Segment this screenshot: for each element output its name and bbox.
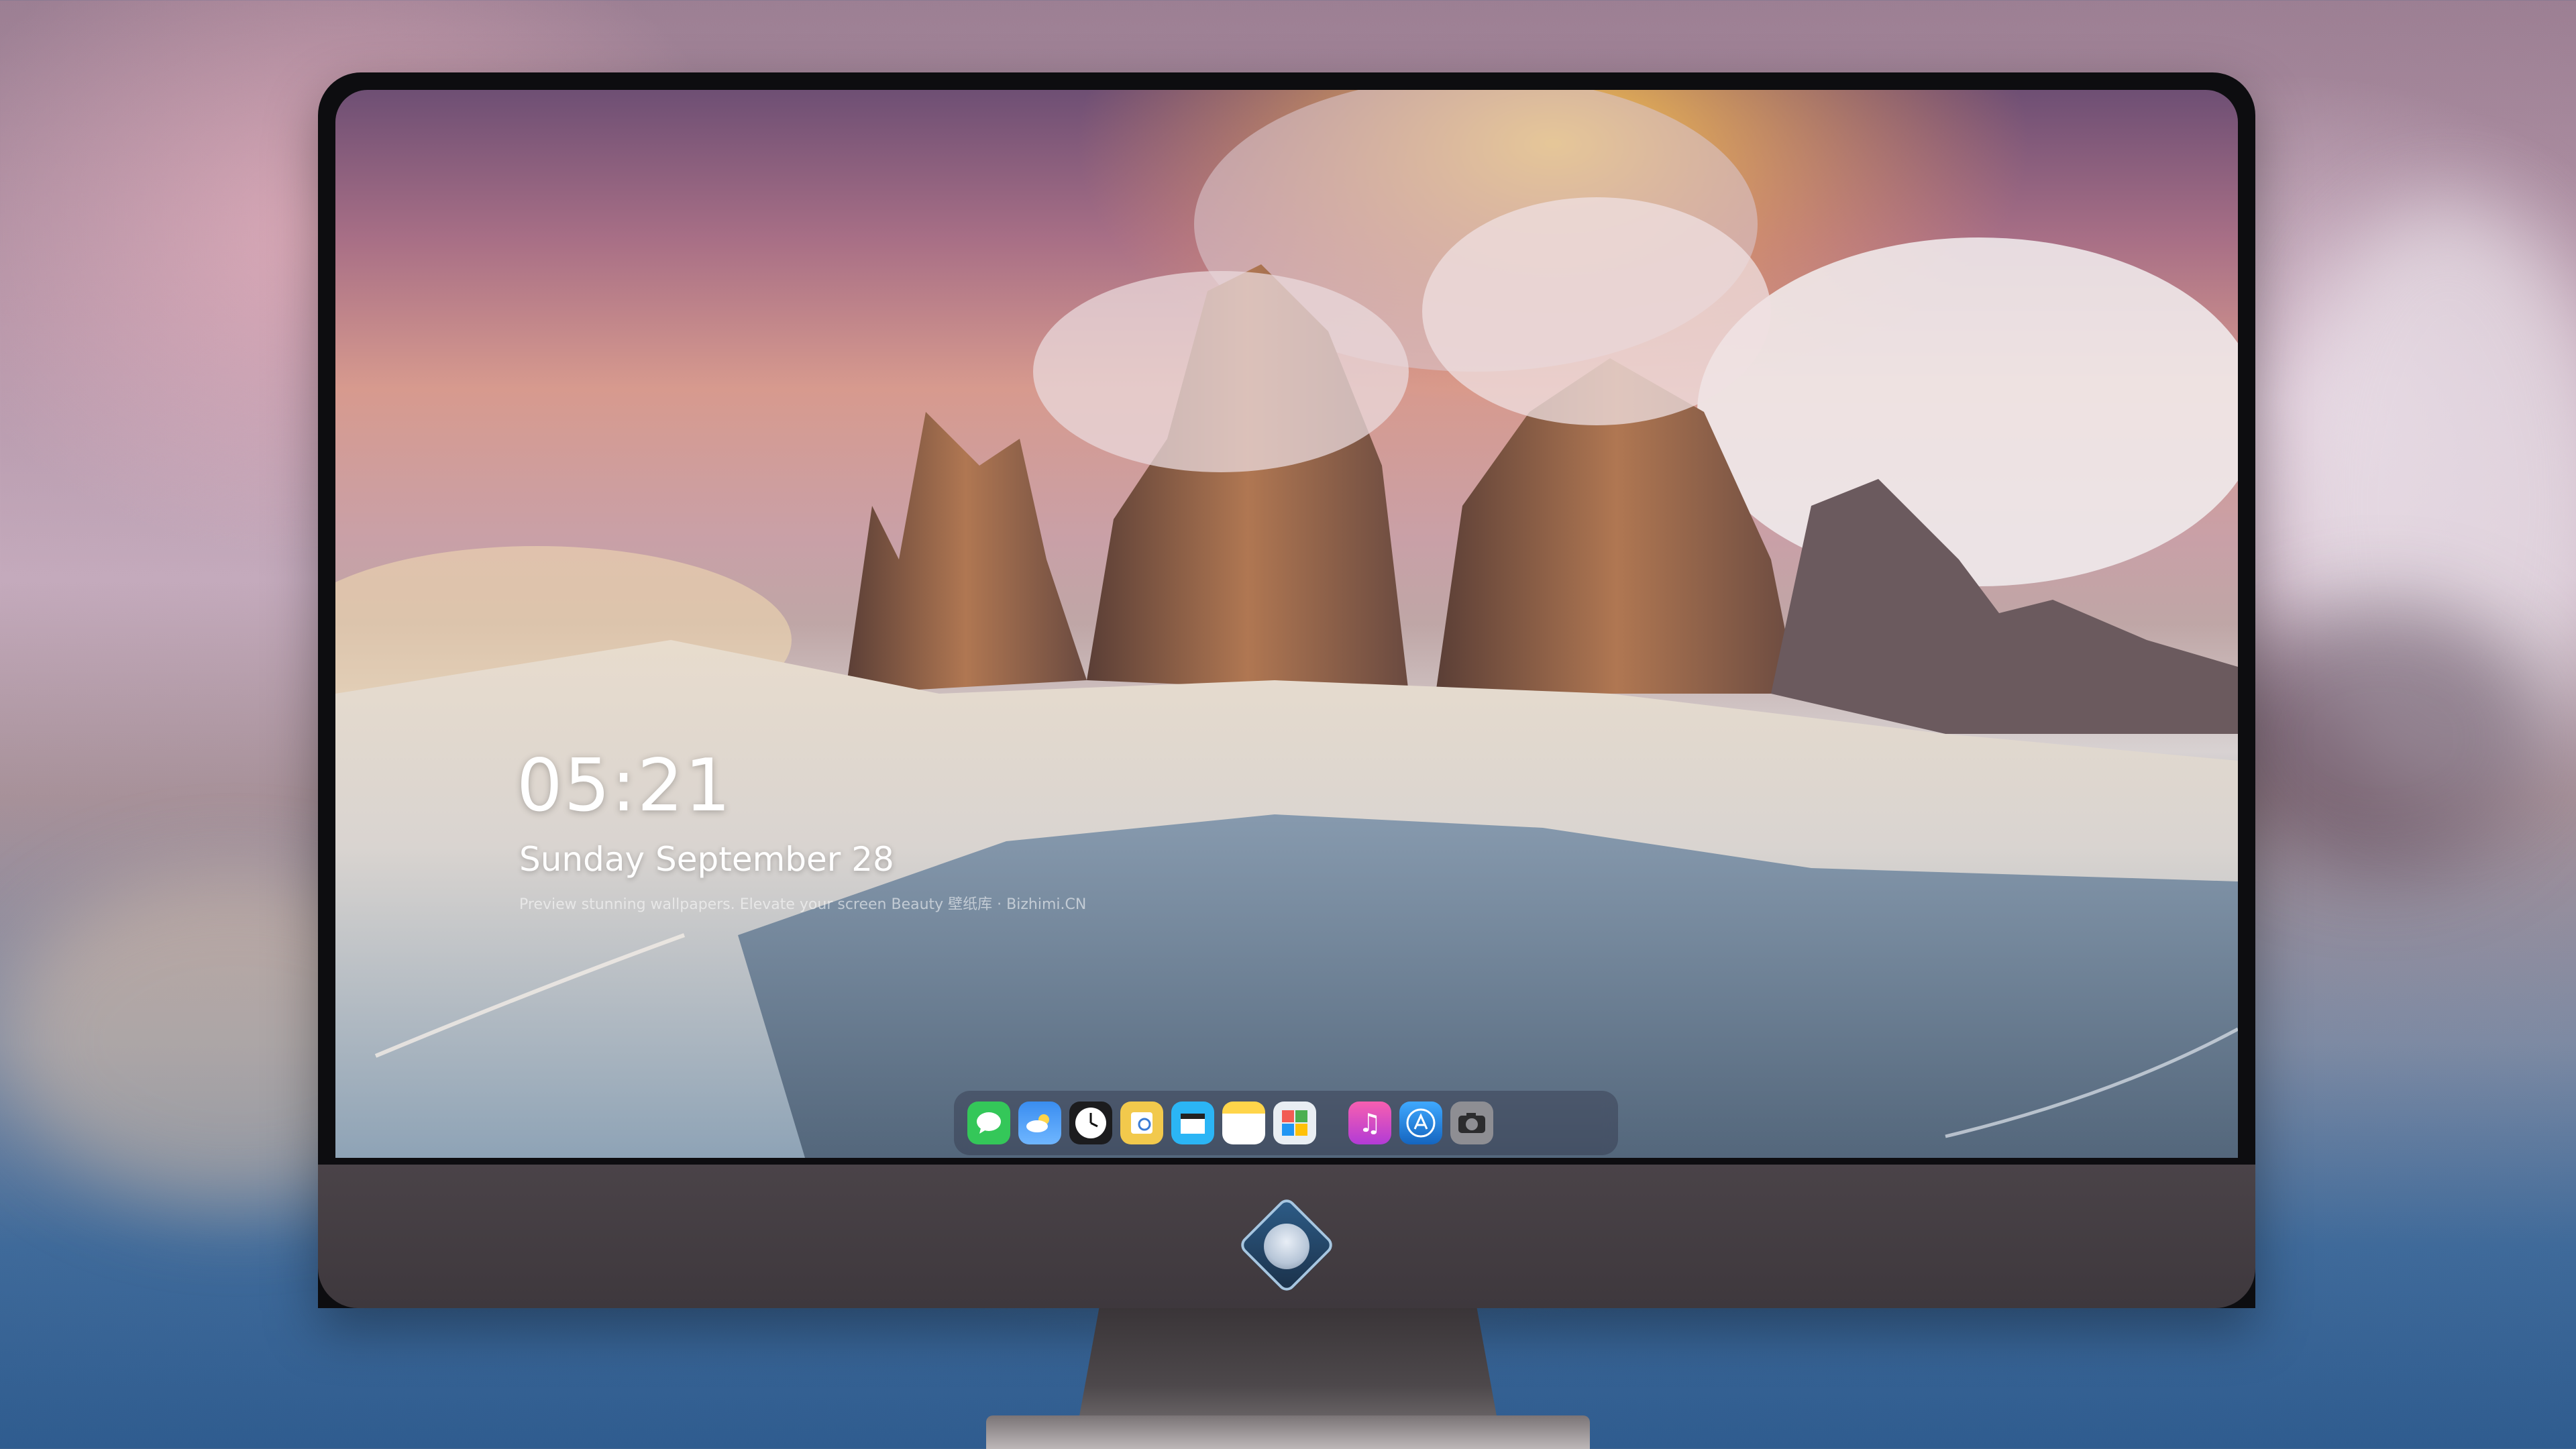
background-blur [2214, 604, 2549, 872]
preview-icon[interactable] [1120, 1102, 1163, 1144]
screen: 05:21 Sunday September 28 Preview stunni… [335, 90, 2238, 1158]
weather-icon[interactable] [1018, 1102, 1061, 1144]
clips-icon[interactable] [1171, 1102, 1214, 1144]
dock: ♫ [954, 1091, 1618, 1155]
notes-icon[interactable] [1222, 1102, 1265, 1144]
mascot-logo-icon [1264, 1224, 1309, 1269]
music-icon[interactable]: ♫ [1348, 1102, 1391, 1144]
messages-icon[interactable] [967, 1102, 1010, 1144]
monitor: 05:21 Sunday September 28 Preview stunni… [318, 72, 2255, 1308]
monitor-stand-base [986, 1415, 1590, 1449]
app-store-icon[interactable] [1399, 1102, 1442, 1144]
clock-icon[interactable] [1069, 1102, 1112, 1144]
wallpaper [335, 90, 2238, 1158]
camera-icon[interactable] [1450, 1102, 1493, 1144]
photos-icon[interactable] [1273, 1102, 1316, 1144]
monitor-chin [318, 1165, 2255, 1308]
wallpaper-caption: Preview stunning wallpapers. Elevate you… [519, 896, 1087, 913]
lock-screen-date: Sunday September 28 [519, 840, 894, 879]
lock-screen-time: 05:21 [517, 744, 733, 828]
